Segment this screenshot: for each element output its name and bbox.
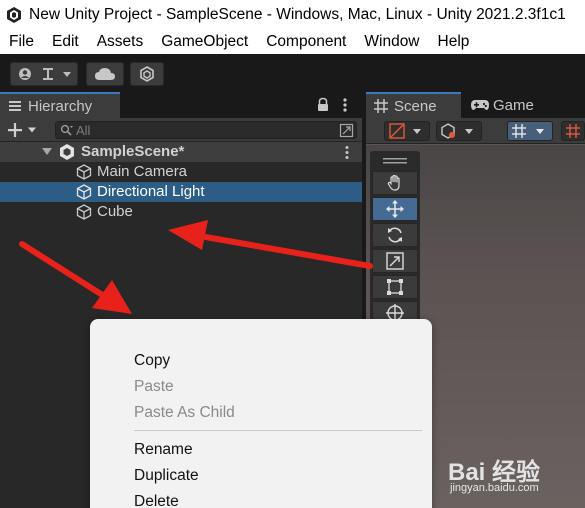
menu-separator: [134, 430, 422, 431]
rect-transform-icon: [387, 279, 403, 295]
baidu-watermark: Bai 经验 jingyan.baidu.com: [448, 452, 583, 500]
snap-increment-icon: [566, 124, 580, 138]
gameobject-cube-icon: [76, 204, 92, 220]
hierarchy-context-menu: Copy Paste Paste As Child Rename Duplica…: [90, 319, 432, 508]
search-icon: [60, 124, 73, 136]
draw-mode-icon: [389, 123, 421, 139]
tree-item-label: Directional Light: [97, 183, 205, 200]
add-dropdown-button[interactable]: [6, 121, 42, 139]
menu-item-delete[interactable]: Delete: [134, 493, 179, 508]
search-options-icon[interactable]: [339, 123, 354, 138]
grid-snap-button[interactable]: [507, 121, 553, 141]
menu-assets[interactable]: Assets: [97, 33, 144, 51]
tab-hierarchy[interactable]: Hierarchy: [0, 92, 120, 118]
menu-window[interactable]: Window: [364, 33, 419, 51]
gamepad-icon: [471, 100, 489, 110]
menubar: File Edit Assets GameObject Component Wi…: [0, 29, 585, 54]
unity-logo-icon: [5, 5, 23, 24]
unity-scene-icon: [60, 144, 74, 160]
window-title: New Unity Project - SampleScene - Window…: [29, 5, 566, 23]
cloud-icon: [95, 68, 115, 80]
menu-file[interactable]: File: [9, 33, 34, 51]
scene-name: SampleScene*: [81, 143, 185, 160]
hierarchy-toolbar: [0, 118, 362, 142]
draw-mode-button[interactable]: [384, 121, 430, 141]
effects-icon: [441, 123, 473, 139]
hand-icon: [387, 174, 400, 191]
move-tool-button[interactable]: [372, 197, 418, 221]
hand-tool-button[interactable]: [372, 171, 418, 195]
collab-icon: [140, 66, 154, 82]
scene-more-icon[interactable]: [342, 145, 352, 160]
rotate-tool-button[interactable]: [372, 223, 418, 247]
tab-game-label: Game: [493, 96, 534, 114]
expand-arrow-icon[interactable]: [42, 148, 52, 156]
gameobject-cube-icon: [76, 184, 92, 200]
window-titlebar: New Unity Project - SampleScene - Window…: [0, 0, 585, 29]
tree-item-directional-light[interactable]: Directional Light: [0, 182, 362, 202]
tree-item-cube[interactable]: Cube: [0, 202, 362, 222]
account-button[interactable]: [10, 62, 78, 86]
effects-button[interactable]: [436, 121, 482, 141]
scale-tool-button[interactable]: [372, 249, 418, 273]
lock-icon[interactable]: [316, 97, 330, 113]
tab-scene[interactable]: Scene: [366, 92, 461, 118]
tab-game[interactable]: Game: [464, 92, 544, 118]
search-input[interactable]: [76, 122, 326, 138]
grid-snap-icon: [512, 124, 544, 138]
cloud-button[interactable]: [86, 62, 124, 86]
scene-toolbar: [366, 118, 585, 144]
watermark-url: jingyan.baidu.com: [450, 482, 539, 494]
menu-gameobject[interactable]: GameObject: [161, 33, 248, 51]
rotate-icon: [388, 227, 402, 243]
collab-button[interactable]: [130, 62, 164, 86]
menu-item-duplicate[interactable]: Duplicate: [134, 467, 199, 485]
menu-edit[interactable]: Edit: [52, 33, 79, 51]
account-icon: [19, 68, 71, 80]
scene-root-row[interactable]: SampleScene*: [0, 142, 362, 162]
menu-help[interactable]: Help: [438, 33, 470, 51]
rect-tool-button[interactable]: [372, 275, 418, 299]
main-toolbar: [0, 54, 585, 92]
hierarchy-list-icon: [9, 101, 21, 111]
hierarchy-tabbar: Hierarchy: [0, 92, 362, 118]
scale-icon: [386, 252, 404, 270]
tab-hierarchy-label: Hierarchy: [28, 97, 93, 115]
more-options-icon[interactable]: [340, 97, 350, 113]
tree-item-main-camera[interactable]: Main Camera: [0, 162, 362, 182]
gameobject-cube-icon: [76, 164, 92, 180]
scene-grid-icon: [374, 99, 388, 113]
tree-item-label: Main Camera: [97, 163, 188, 180]
snap-increment-button[interactable]: [561, 121, 585, 141]
tree-item-label: Cube: [97, 203, 133, 220]
scene-tabbar: Scene Game: [366, 92, 585, 118]
move-icon: [386, 200, 404, 218]
drag-handle-icon[interactable]: [383, 157, 407, 165]
tab-scene-label: Scene: [394, 97, 437, 115]
menu-item-copy[interactable]: Copy: [134, 352, 170, 370]
menu-item-rename[interactable]: Rename: [134, 441, 193, 459]
hierarchy-search[interactable]: [55, 121, 357, 139]
menu-item-paste-as-child: Paste As Child: [134, 404, 235, 421]
menu-item-paste: Paste: [134, 378, 174, 395]
menu-component[interactable]: Component: [266, 33, 346, 51]
